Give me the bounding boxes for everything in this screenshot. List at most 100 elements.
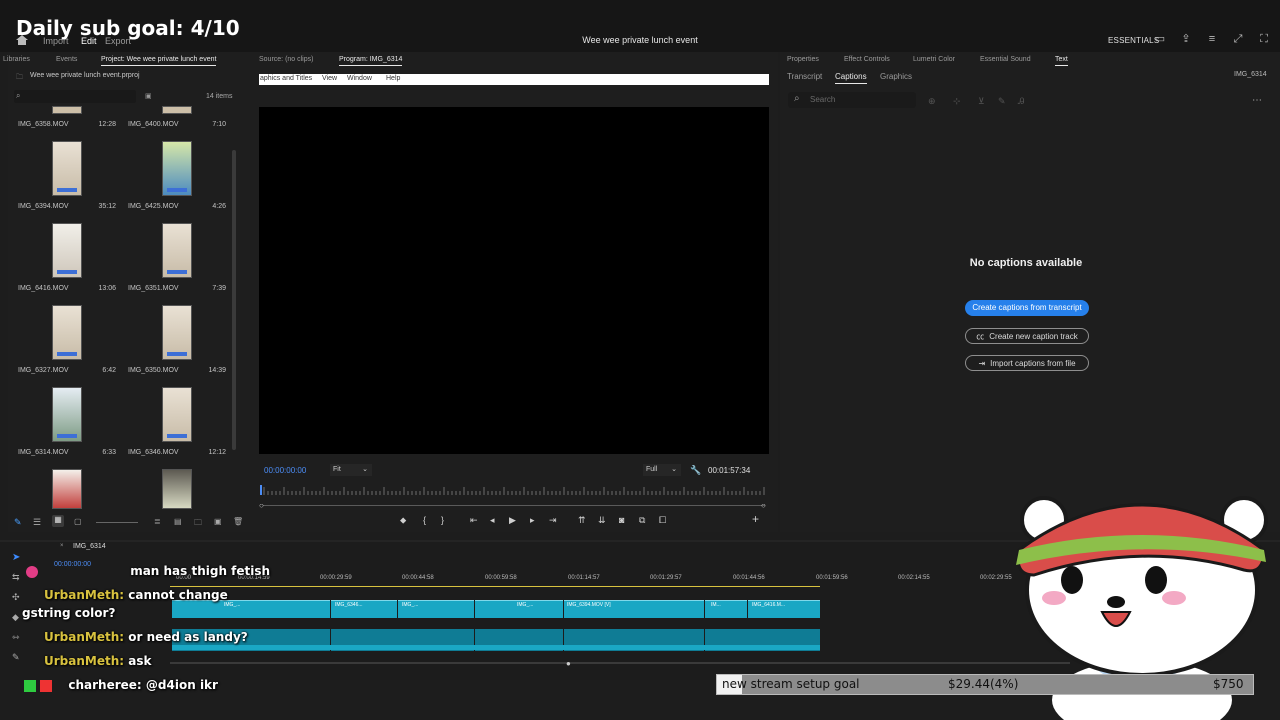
edit-caption-icon[interactable]: ✎ (998, 96, 1006, 107)
video-preview[interactable] (259, 107, 769, 454)
caption-search-input[interactable]: ⌕ Search (788, 92, 916, 108)
tab-transcript[interactable]: Transcript (787, 72, 822, 81)
step-forward-icon[interactable]: ▸ (530, 515, 535, 527)
lift-icon[interactable]: ⇈ (578, 515, 586, 527)
timeline-clip[interactable]: IMG_6394.MOV [V] (564, 600, 704, 618)
multicam-icon[interactable]: ⧠ (659, 515, 666, 527)
thumbnail[interactable] (52, 106, 82, 114)
timeline-clip[interactable]: IMG_6346... (331, 600, 397, 618)
quality-dropdown[interactable]: Full ⌄ (643, 464, 681, 476)
chat-username[interactable]: UrbanMeth: (44, 654, 124, 668)
chat-username[interactable]: charheree: (68, 678, 141, 692)
tab-libraries[interactable]: Libraries (3, 56, 30, 63)
add-caption-icon[interactable]: ⊕ (928, 96, 936, 107)
new-bin-icon[interactable]: ▣ (145, 92, 152, 100)
icon-view-icon[interactable]: ▦ (52, 515, 64, 527)
list-view-icon[interactable]: ☰ (33, 517, 41, 528)
timeline-scrollbar[interactable] (170, 662, 1070, 664)
tab-captions[interactable]: Captions (835, 72, 867, 84)
step-back-icon[interactable]: ◂ (490, 515, 495, 527)
automate-icon[interactable]: ▤ (174, 517, 182, 526)
thumbnail[interactable] (162, 106, 192, 114)
tab-lumetri-color[interactable]: Lumetri Color (913, 56, 955, 63)
workspace-selector[interactable]: ESSENTIALS (1108, 36, 1159, 45)
freeform-view-icon[interactable]: ▢ (74, 517, 82, 526)
import-captions-button[interactable]: ⇥ Import captions from file (965, 355, 1089, 371)
project-search-input[interactable]: ⌕ (14, 90, 136, 103)
expand-icon[interactable]: ⤢ (1232, 33, 1244, 45)
timeline-ruler[interactable]: 00:00 00:00:14:59 00:00:29:59 00:00:44:5… (170, 574, 1040, 586)
wrench-icon[interactable]: 🔧 (690, 465, 701, 476)
more-options-icon[interactable]: ⋯ (1252, 95, 1262, 106)
merge-caption-icon[interactable]: ⊻ (978, 96, 985, 107)
thumbnail[interactable] (52, 469, 82, 509)
menu-edit[interactable]: Edit (81, 36, 97, 46)
chat-username[interactable]: UrbanMeth: (44, 630, 124, 644)
razor-tool-icon[interactable]: ◆ (12, 612, 19, 623)
home-icon[interactable] (16, 35, 28, 45)
ripple-edit-icon[interactable]: ✣ (12, 592, 20, 603)
fit-dropdown[interactable]: Fit ⌄ (330, 464, 372, 476)
thumbnail[interactable] (162, 141, 192, 196)
thumbnail[interactable] (52, 141, 82, 196)
selection-tool-icon[interactable]: ➤ (12, 552, 20, 563)
trash-icon[interactable]: 🗑 (233, 517, 243, 526)
thumbnail[interactable] (162, 223, 192, 278)
new-item-icon[interactable]: ▣ (214, 517, 222, 526)
tab-source[interactable]: Source: (no clips) (259, 56, 313, 63)
fullscreen-icon[interactable]: ⛶ (1258, 33, 1270, 45)
tab-events[interactable]: Events (56, 56, 77, 63)
scrub-bar[interactable] (263, 505, 765, 506)
work-area-bar[interactable] (170, 586, 820, 587)
slip-tool-icon[interactable]: ⇿ (12, 632, 20, 643)
text-style-icon[interactable]: Ꭿ (1018, 96, 1025, 107)
timeline-clip[interactable]: IM... (705, 600, 747, 618)
camera-icon[interactable]: ◙ (619, 515, 624, 527)
compare-icon[interactable]: ⧉ (639, 515, 645, 527)
tab-program[interactable]: Program: IMG_6314 (339, 56, 403, 66)
mark-out-icon[interactable]: } (441, 515, 444, 527)
sequence-close-icon[interactable]: × (60, 543, 64, 549)
sequence-tab[interactable]: IMG_6314 (73, 543, 106, 550)
scrollbar[interactable] (232, 150, 236, 450)
monitor-time-ruler[interactable] (260, 483, 768, 497)
zoom-slider[interactable] (96, 522, 138, 523)
tab-effect-controls[interactable]: Effect Controls (844, 56, 890, 63)
go-to-in-icon[interactable]: ⇤ (470, 515, 478, 527)
thumbnail[interactable] (52, 223, 82, 278)
tab-properties[interactable]: Properties (787, 56, 819, 63)
timeline-clip[interactable]: IMG_6416.M... (748, 600, 820, 618)
chat-username[interactable]: UrbanMeth: (44, 588, 124, 602)
create-from-transcript-button[interactable]: Create captions from transcript (965, 300, 1089, 316)
add-button-icon[interactable]: + (752, 512, 759, 526)
pencil-icon[interactable]: ✎ (14, 517, 22, 528)
go-to-out-icon[interactable]: ⇥ (549, 515, 557, 527)
split-caption-icon[interactable]: ⊹ (953, 96, 961, 107)
timeline-clip[interactable]: IMG_... (475, 600, 563, 618)
play-icon[interactable]: ▶ (509, 515, 516, 527)
scrub-end-handle[interactable]: ○ (761, 501, 766, 510)
extract-icon[interactable]: ⇊ (598, 515, 606, 527)
sort-icon[interactable]: ≣ (154, 517, 161, 526)
menu-export[interactable]: Export (105, 36, 131, 46)
tab-text[interactable]: Text (1055, 56, 1068, 66)
menu-view[interactable]: View (322, 75, 337, 82)
thumbnail[interactable] (52, 305, 82, 360)
menu-window[interactable]: Window (347, 75, 372, 82)
thumbnail[interactable] (162, 469, 192, 509)
share-icon[interactable]: ⇪ (1180, 33, 1192, 45)
menu-import[interactable]: Import (43, 36, 69, 46)
thumbnail[interactable] (162, 305, 192, 360)
new-bin-bottom-icon[interactable]: 🗀 (194, 517, 202, 531)
new-caption-track-button[interactable]: ㏄ Create new caption track (965, 328, 1089, 344)
playhead-timecode[interactable]: 00:00:00:00 (264, 466, 306, 475)
mark-in-icon[interactable]: { (423, 515, 426, 527)
track-select-icon[interactable]: ⇆ (12, 572, 20, 583)
timeline-zoom-handle[interactable]: ● (566, 659, 571, 668)
pen-tool-icon[interactable]: ✎ (12, 652, 20, 663)
panel-layout-icon[interactable]: ▭ (1154, 33, 1166, 45)
menu-graphics-titles[interactable]: aphics and Titles (260, 75, 312, 82)
tab-graphics[interactable]: Graphics (880, 72, 912, 81)
menu-icon[interactable]: ≡ (1206, 33, 1218, 45)
thumbnail[interactable] (162, 387, 192, 442)
